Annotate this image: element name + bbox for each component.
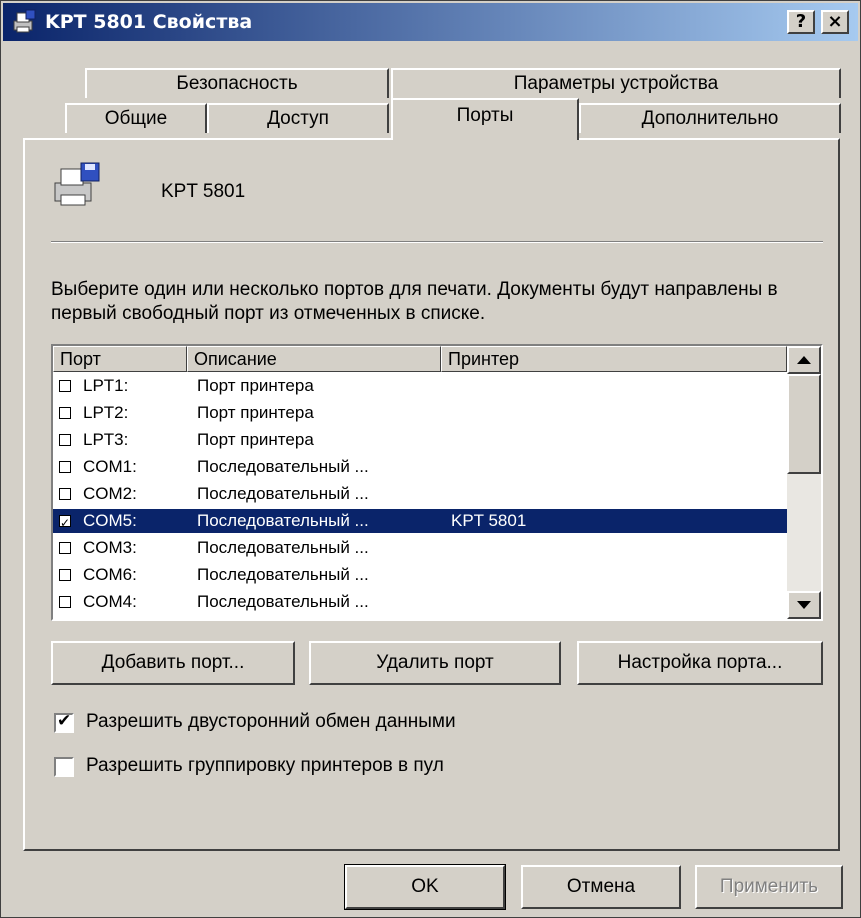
cancel-button[interactable]: Отмена — [521, 865, 681, 909]
list-item[interactable]: LPT1: Порт принтера — [53, 374, 787, 398]
cell-desc: Последовательный ... — [197, 457, 369, 476]
configure-port-button[interactable]: Настройка порта... — [577, 641, 823, 685]
vertical-scrollbar[interactable] — [787, 346, 821, 619]
ports-description: Выберите один или несколько портов для п… — [51, 279, 778, 324]
cell-port: LPT2: — [83, 403, 129, 422]
port-checkbox[interactable] — [59, 511, 71, 535]
cell-desc: Последовательный ... — [197, 484, 369, 503]
port-checkbox[interactable] — [59, 434, 71, 446]
add-port-button[interactable]: Добавить порт... — [51, 641, 295, 685]
cell-desc: Порт принтера — [197, 376, 314, 395]
cell-port: COM5: — [83, 511, 137, 530]
cell-desc: Последовательный ... — [197, 511, 369, 530]
tab-device-settings[interactable]: Параметры устройства — [391, 68, 841, 98]
scroll-thumb[interactable] — [787, 374, 821, 474]
scroll-down-button[interactable] — [787, 591, 821, 619]
cell-desc: Последовательный ... — [197, 538, 369, 557]
cell-desc: Порт принтера — [197, 403, 314, 422]
list-item[interactable]: COM4: Последовательный ... — [53, 590, 787, 614]
bidirectional-checkbox[interactable] — [54, 711, 74, 733]
printer-icon — [13, 9, 36, 33]
column-header-printer[interactable]: Принтер — [441, 346, 787, 372]
cell-desc: Последовательный ... — [197, 565, 369, 584]
list-item[interactable]: LPT3: Порт принтера — [53, 428, 787, 452]
properties-dialog: KPT 5801 Свойства ? × Безопасность Парам… — [0, 0, 861, 918]
port-checkbox[interactable] — [59, 461, 71, 473]
port-checkbox[interactable] — [59, 542, 71, 554]
help-button[interactable]: ? — [787, 10, 815, 34]
tab-security[interactable]: Безопасность — [85, 68, 389, 98]
cell-desc: Последовательный ... — [197, 592, 369, 611]
cell-port: COM1: — [83, 457, 137, 476]
close-button[interactable]: × — [821, 10, 849, 34]
cell-port: LPT1: — [83, 376, 129, 395]
cell-port: COM4: — [83, 592, 137, 611]
port-checkbox[interactable] — [59, 569, 71, 581]
list-item[interactable]: COM1: Последовательный ... — [53, 455, 787, 479]
printer-name: KPT 5801 — [161, 181, 246, 202]
column-header-port[interactable]: Порт — [53, 346, 187, 372]
cell-printer: KPT 5801 — [451, 511, 527, 530]
tab-ports[interactable]: Порты — [391, 98, 579, 140]
list-item[interactable]: LPT2: Порт принтера — [53, 401, 787, 425]
bidirectional-label[interactable]: Разрешить двусторонний обмен данными — [86, 711, 456, 733]
pooling-checkbox[interactable] — [54, 757, 74, 777]
window-title: KPT 5801 Свойства — [45, 11, 253, 33]
delete-port-button[interactable]: Удалить порт — [309, 641, 561, 685]
list-item[interactable]: COM3: Последовательный ... — [53, 536, 787, 560]
ports-listview[interactable]: Порт Описание Принтер LPT1: Порт принтера… — [51, 344, 823, 621]
tab-sharing[interactable]: Доступ — [207, 103, 389, 133]
port-checkbox[interactable] — [59, 407, 71, 419]
cell-port: COM2: — [83, 484, 137, 503]
list-item[interactable]: COM6: Последовательный ... — [53, 563, 787, 587]
list-item[interactable]: COM2: Последовательный ... — [53, 482, 787, 506]
port-checkbox[interactable] — [59, 488, 71, 500]
apply-button[interactable]: Применить — [695, 865, 843, 909]
cell-desc: Порт принтера — [197, 430, 314, 449]
cell-port: COM6: — [83, 565, 137, 584]
ok-button[interactable]: OK — [344, 864, 506, 910]
list-item[interactable]: COM5: Последовательный ... KPT 5801 — [53, 509, 787, 535]
cell-port: COM3: — [83, 538, 137, 557]
tab-general[interactable]: Общие — [65, 103, 207, 133]
printer-large-icon — [54, 162, 100, 206]
pooling-label[interactable]: Разрешить группировку принтеров в пул — [86, 755, 444, 777]
arrow-up-icon — [797, 356, 811, 364]
separator — [51, 241, 823, 243]
arrow-down-icon — [797, 601, 811, 609]
title-bar[interactable]: KPT 5801 Свойства ? × — [3, 3, 858, 41]
port-checkbox[interactable] — [59, 596, 71, 608]
column-header-description[interactable]: Описание — [187, 346, 441, 372]
port-checkbox[interactable] — [59, 380, 71, 392]
scroll-up-button[interactable] — [787, 346, 821, 374]
cell-port: LPT3: — [83, 430, 129, 449]
tab-advanced[interactable]: Дополнительно — [579, 103, 841, 133]
